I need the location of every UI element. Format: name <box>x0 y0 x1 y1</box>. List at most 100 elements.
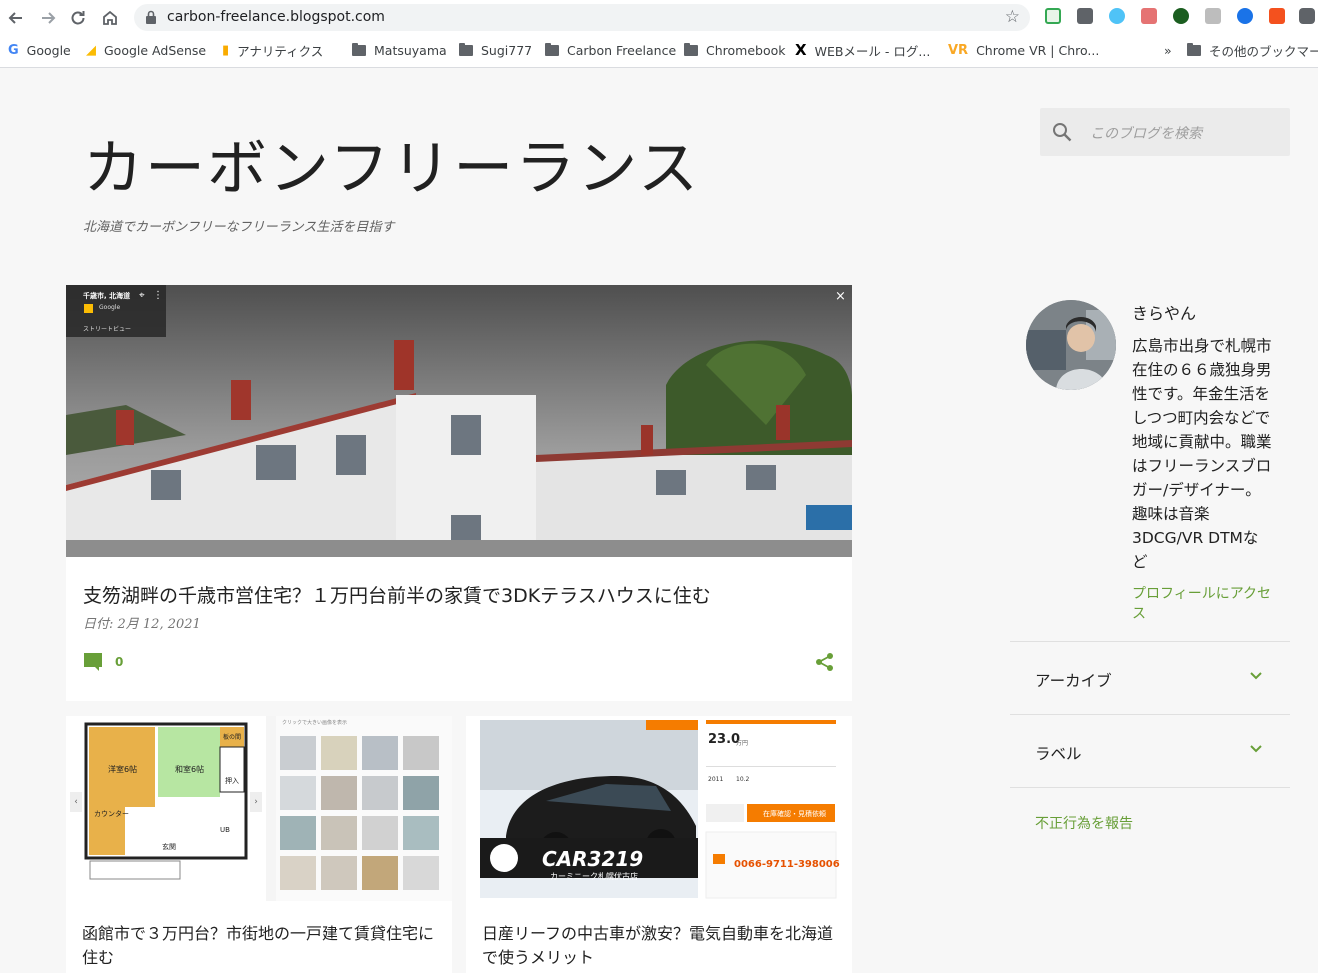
featured-post-date: 日付: 2月 12, 2021 <box>83 617 201 632</box>
profile-link[interactable]: プロフィールにアクセス <box>1132 584 1272 624</box>
post-title[interactable]: 日産リーフの中古車が激安？電気自動車を北海道で使うメリット <box>482 922 842 970</box>
sidebar-divider <box>1010 787 1290 788</box>
bookmark-analytics[interactable]: ▮ アナリティクス <box>222 40 323 60</box>
car-thumbnail[interactable]: CAR3219 カーミニーク札幌伏古店 23.0 万円 2011 10.2 在庫… <box>466 716 852 901</box>
street-view-location: 千歳市, 北海道 <box>83 292 131 300</box>
profile-bio: 広島市出身で札幌市在住の６６歳独身男性です。年金生活をしつつ町内会などで地域に貢… <box>1132 337 1272 571</box>
bookmark-label: Google AdSense <box>104 42 207 58</box>
reload-icon <box>71 11 85 25</box>
room-label: 洋室6帖 <box>108 765 138 774</box>
car-price-unit: 万円 <box>736 740 749 747</box>
comment-count: 0 <box>115 655 124 669</box>
extension-blue-icon[interactable] <box>1237 8 1253 24</box>
chevron-down-icon <box>1250 745 1262 753</box>
bookmark-label: WEBメール - ログ... <box>814 43 931 59</box>
analytics-icon: ▮ <box>222 42 230 58</box>
profile-name[interactable]: きらやん <box>1132 300 1196 324</box>
lock-icon <box>146 10 156 24</box>
comment-link[interactable]: 0 <box>83 652 123 672</box>
featured-post[interactable]: 千歳市, 北海道 Google ストリートビュー ⌖ ⋮ × 支笏湖畔の千歳市営… <box>66 285 852 701</box>
folder-icon <box>1187 42 1201 56</box>
extension-star-icon[interactable] <box>1173 8 1189 24</box>
extension-window-icon[interactable] <box>1205 8 1221 24</box>
next-arrow-icon: › <box>250 792 262 812</box>
comment-icon <box>84 653 102 671</box>
bookmark-google[interactable]: G Google <box>8 40 71 60</box>
more-vert-icon: ⋮ <box>153 290 163 301</box>
bookmark-webmail[interactable]: X WEBメール - ログ... <box>795 40 930 60</box>
blog-page: カーボンフリーランス 北海道でカーボンフリーなフリーランス生活を目指す このブロ… <box>0 68 1318 973</box>
chevron-down-icon <box>1250 672 1262 680</box>
search-icon <box>1053 123 1072 142</box>
bookmark-folder-matsuyama[interactable]: Matsuyama <box>352 40 447 60</box>
reload-button[interactable] <box>66 6 90 30</box>
street-view-image <box>66 285 852 557</box>
room-label: 玄関 <box>162 843 176 851</box>
inquiry-button: 在庫確認・見積依頼 <box>763 810 826 818</box>
bookmark-label: Chrome VR | Chro... <box>976 42 1100 58</box>
bookmark-label: Google <box>26 42 71 58</box>
extension-icon[interactable] <box>1045 8 1061 24</box>
arrow-left-icon <box>8 12 22 24</box>
archive-widget[interactable]: アーカイブ <box>1010 641 1290 714</box>
room-label: UB <box>220 826 230 834</box>
bookmark-adsense[interactable]: ◢ Google AdSense <box>86 40 206 60</box>
x-logo-icon: X <box>795 41 807 59</box>
room-label: カウンター <box>94 810 129 818</box>
post-card-nissan-leaf[interactable]: CAR3219 カーミニーク札幌伏古店 23.0 万円 2011 10.2 在庫… <box>466 716 852 973</box>
folder-icon <box>684 42 698 56</box>
floorplan-thumbnail[interactable]: 洋室6帖 和室6帖 押入 カウンター 玄関 UB 板の間 クリックで大きい画像を… <box>66 716 452 901</box>
bookmark-label: Matsuyama <box>374 42 447 58</box>
folder-icon <box>352 42 366 56</box>
avatar-image <box>1026 300 1116 390</box>
gallery-header: クリックで大きい画像を表示 <box>282 720 348 726</box>
share-icon[interactable] <box>815 652 835 672</box>
room-label: 押入 <box>225 777 239 785</box>
blog-description: 北海道でカーボンフリーなフリーランス生活を目指す <box>83 220 395 235</box>
labels-label: ラベル <box>1035 745 1082 763</box>
google-maps-icon <box>84 304 93 313</box>
bookmark-label: Chromebook <box>706 42 786 58</box>
bookmark-folder-sugi777[interactable]: Sugi777 <box>459 40 532 60</box>
post-title[interactable]: 函館市で３万円台？市街地の一戸建て賃貸住宅に住む <box>82 922 442 970</box>
car-year: 2011 <box>708 776 724 783</box>
adsense-icon: ◢ <box>86 42 96 58</box>
bookmarks-overflow-button[interactable]: » <box>1164 40 1172 60</box>
room-label: 板の間 <box>223 734 242 741</box>
dealer-phone: 0066-9711-398006 <box>734 859 840 870</box>
prev-arrow-icon: ‹ <box>70 792 82 812</box>
dealer-logo: CAR3219 <box>542 847 644 871</box>
pin-icon: ⌖ <box>139 290 145 301</box>
bookmark-label: その他のブックマー <box>1209 43 1318 59</box>
extension-y-icon[interactable] <box>1077 8 1093 24</box>
featured-post-title[interactable]: 支笏湖畔の千歳市営住宅？１万円台前半の家賃で3DKテラスハウスに住む <box>83 581 711 608</box>
profile-avatar[interactable] <box>1026 300 1116 390</box>
cloud-extension-icon[interactable] <box>1109 8 1125 24</box>
back-button[interactable] <box>4 6 28 30</box>
featured-image[interactable]: 千歳市, 北海道 Google ストリートビュー ⌖ ⋮ × <box>66 285 852 557</box>
folder-icon <box>459 42 473 56</box>
home-button[interactable] <box>98 6 122 30</box>
bookmark-label: Sugi777 <box>481 42 533 58</box>
google-icon: G <box>8 42 19 58</box>
dealer-name: カーミニーク札幌伏古店 <box>550 872 638 881</box>
overflow-label: » <box>1164 42 1172 58</box>
street-view-mode: ストリートビュー <box>83 326 132 333</box>
search-box[interactable]: このブログを検索 <box>1040 108 1290 156</box>
blog-title[interactable]: カーボンフリーランス <box>83 120 700 207</box>
forward-button[interactable] <box>36 6 60 30</box>
address-bar[interactable]: carbon-freelance.blogspot.com ☆ <box>134 4 1030 31</box>
bookmark-folder-carbon-freelance[interactable]: Carbon Freelance <box>545 40 676 60</box>
post-card-hakodate[interactable]: 洋室6帖 和室6帖 押入 カウンター 玄関 UB 板の間 クリックで大きい画像を… <box>66 716 452 973</box>
extension-badge-icon[interactable] <box>1141 8 1157 24</box>
search-placeholder: このブログを検索 <box>1090 126 1202 142</box>
vr-icon: VR <box>948 42 969 58</box>
bookmark-folder-chromebook[interactable]: Chromebook <box>684 40 786 60</box>
bookmark-star-icon[interactable]: ☆ <box>1005 7 1020 27</box>
extension-orange-icon[interactable] <box>1269 8 1285 24</box>
other-bookmarks[interactable]: その他のブックマー <box>1187 40 1318 60</box>
puzzle-icon[interactable] <box>1299 8 1315 24</box>
report-abuse-link[interactable]: 不正行為を報告 <box>1035 813 1133 833</box>
labels-widget[interactable]: ラベル <box>1010 714 1290 787</box>
bookmark-chrome-vr[interactable]: VR Chrome VR | Chro... <box>948 40 1099 60</box>
